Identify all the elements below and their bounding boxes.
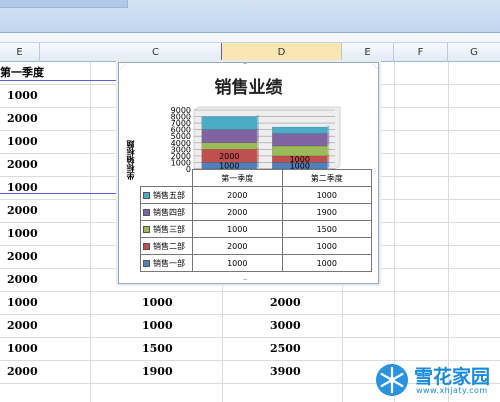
legend-label: 销售一部 (153, 258, 185, 268)
selection-line (221, 43, 222, 62)
chart-table-row: 销售一部 1000 1000 (140, 254, 372, 272)
bar-segment-side (256, 115, 259, 129)
bar-segment (201, 142, 257, 150)
cell-c[interactable]: 1000 (142, 315, 173, 337)
chart-table-value: 1000 (192, 254, 283, 272)
bar-segment-side (256, 147, 259, 161)
chart-table-row: 销售二部 2000 1000 (140, 237, 372, 255)
legend-swatch-icon (143, 208, 150, 216)
chart-table-row: 销售四部 2000 1900 (140, 203, 372, 221)
cell-b[interactable]: 1000 (7, 338, 38, 360)
bar-segment (272, 133, 328, 147)
table-row[interactable]: 1000 1500 2500 (0, 338, 500, 361)
column-header-e[interactable]: E (342, 43, 394, 62)
selection-line (0, 193, 118, 194)
bar-segment (201, 129, 257, 143)
chart-table-value: 1500 (281, 220, 372, 238)
cell-d[interactable]: 2000 (270, 292, 301, 314)
legend-label: 销售四部 (153, 207, 185, 217)
bar-segment (201, 116, 257, 130)
cell-b[interactable]: 1000 (7, 292, 38, 314)
bar-segment-side (327, 144, 330, 155)
chart-category-label: 第二季度 (281, 169, 372, 187)
cell-b[interactable]: 2000 (7, 154, 38, 176)
cell-d[interactable]: 3000 (270, 315, 301, 337)
chart-table-value: 1000 (281, 254, 372, 272)
table-row[interactable]: 1000 1000 2000 (0, 292, 500, 315)
cell-d[interactable]: 3900 (270, 361, 301, 383)
bar-segment-side (256, 141, 259, 148)
bar-segment (272, 126, 328, 134)
column-header-f[interactable]: F (394, 43, 448, 62)
cell-b[interactable]: 2000 (7, 315, 38, 337)
bar-segment-side (327, 160, 330, 168)
data-label: 1000 (290, 155, 310, 164)
y-tick-label: 9000 (171, 106, 191, 115)
legend-swatch-icon (143, 191, 150, 199)
legend-entry: 销售二部 (140, 237, 193, 255)
cell-b[interactable]: 2000 (7, 269, 38, 291)
cell-b[interactable]: 2000 (7, 108, 38, 130)
chart-table-value: 2000 (192, 203, 283, 221)
chart-table-row: 销售三部 1000 1500 (140, 220, 372, 238)
ribbon-tab[interactable] (0, 0, 128, 8)
chart-table-row: 销售五部 2000 1000 (140, 186, 372, 204)
chart-table-value: 1900 (281, 203, 372, 221)
chart-table-value: 1000 (281, 186, 372, 204)
legend-entry: 销售三部 (140, 220, 193, 238)
cell-c[interactable]: 1500 (142, 338, 173, 360)
chart-table-header-row: 第一季度 第二季度 (141, 169, 372, 187)
cell-b[interactable]: 1000 (7, 223, 38, 245)
formula-bar[interactable] (0, 33, 500, 43)
bar-segment-side (256, 128, 259, 142)
column-header-d[interactable]: D (222, 43, 342, 62)
cell-d[interactable]: 2500 (270, 338, 301, 360)
table-row[interactable]: 2000 1000 3000 (0, 315, 500, 338)
legend-entry: 销售一部 (140, 254, 193, 272)
cell-b[interactable]: 1000 (7, 177, 38, 199)
legend-label: 销售三部 (153, 224, 185, 234)
legend-label: 销售五部 (153, 190, 185, 200)
cell-b[interactable]: 2000 (7, 246, 38, 268)
bar-segment-side (327, 154, 330, 161)
chart-data-table[interactable]: 第一季度 第二季度 销售五部 2000 1000 销售四部 2000 1900 销售三部 1000… (140, 169, 372, 272)
cell-c[interactable]: 1900 (142, 361, 173, 383)
chart-table-value: 2000 (192, 237, 283, 255)
bar-segment-side (327, 132, 330, 145)
chart-object[interactable]: ⋰ ···· ⋱ ⋮ ⋮ ···· 销售业绩 坐标轴标题 0 1000 2000 30… (118, 62, 379, 284)
legend-swatch-icon (143, 242, 150, 250)
column-header-spacer (40, 43, 90, 62)
column-header-g[interactable]: G (448, 43, 500, 62)
bar-segment-side (256, 160, 259, 168)
bar-segment-side (327, 125, 330, 133)
ribbon-toolbar (0, 0, 500, 33)
chart-category-label: 第一季度 (192, 169, 283, 187)
snowflake-logo-icon (376, 364, 408, 396)
cell-c[interactable]: 1000 (142, 292, 173, 314)
legend-entry: 销售五部 (140, 186, 193, 204)
legend-label: 销售二部 (153, 241, 185, 251)
column-header-c[interactable]: C (90, 43, 222, 62)
legend-entry: 销售四部 (140, 203, 193, 221)
chart-table-value: 1000 (192, 220, 283, 238)
watermark-url: www.xhjaty.com (416, 386, 488, 395)
chart-table-value: 2000 (192, 186, 283, 204)
selection-line (0, 80, 118, 81)
chart-table-value: 1000 (281, 237, 372, 255)
watermark: 雪花家园 www.xhjaty.com (374, 360, 498, 400)
legend-swatch-icon (143, 225, 150, 233)
cell-b[interactable]: 2000 (7, 361, 38, 383)
legend-swatch-icon (143, 259, 150, 267)
column-headers: E C D E F G (0, 43, 500, 62)
chart-table-corner (141, 170, 193, 187)
data-label: 2000 (219, 152, 239, 161)
watermark-name: 雪花家园 (414, 366, 491, 388)
column-header-b[interactable]: E (0, 43, 40, 62)
cell-b[interactable]: 1000 (7, 85, 38, 107)
cell-b[interactable]: 2000 (7, 200, 38, 222)
cell-b[interactable]: 1000 (7, 131, 38, 153)
